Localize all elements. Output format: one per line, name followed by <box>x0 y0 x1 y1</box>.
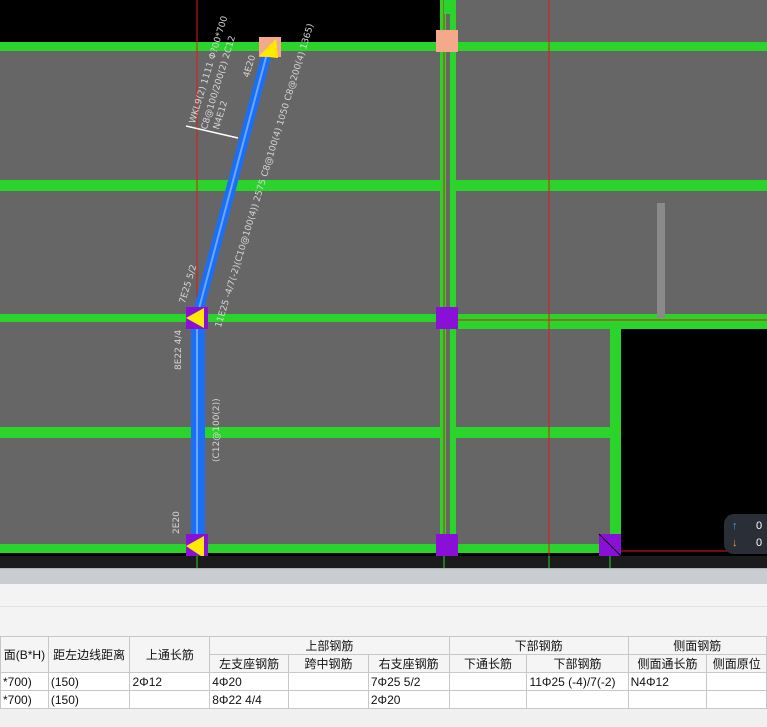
table-cell[interactable] <box>526 690 629 709</box>
table-cell[interactable] <box>448 672 528 691</box>
up-value: 0 <box>756 520 763 532</box>
slab-panel <box>455 0 767 182</box>
col-header-side-original[interactable]: 侧面原位 <box>706 654 767 673</box>
beam-line[interactable] <box>0 42 767 51</box>
col-header-mid-span[interactable]: 跨中钢筋 <box>288 654 369 673</box>
table-cell[interactable]: 8Φ22 4/4 <box>209 690 290 709</box>
table-cell[interactable]: (150) <box>47 672 131 691</box>
cad-canvas[interactable]: WKL9(2) 1111 Φ?00*700 C8@100/200(2) 2C12… <box>0 0 767 568</box>
column-purple[interactable] <box>436 534 458 556</box>
table-cell[interactable]: N4Φ12 <box>627 672 708 691</box>
col-header-side-through[interactable]: 侧面通长筋 <box>627 654 708 673</box>
table-cell[interactable] <box>288 690 369 709</box>
table-toolbar <box>0 584 767 637</box>
arrow-down-icon[interactable]: ↓ <box>732 537 738 549</box>
col-header-right-support[interactable]: 右支座钢筋 <box>367 654 450 673</box>
drawing-svg[interactable] <box>0 0 767 568</box>
table-cell[interactable] <box>706 690 767 709</box>
table-cell[interactable]: 7Φ25 5/2 <box>367 672 450 691</box>
beam-line[interactable] <box>0 427 612 438</box>
table-cell[interactable] <box>448 690 528 709</box>
table-cell[interactable] <box>627 690 708 709</box>
arrow-up-icon[interactable]: ↑ <box>732 520 738 532</box>
col-header-section[interactable]: 面(B*H) <box>0 636 49 673</box>
table-cell[interactable]: 11Φ25 (-4)/7(-2) <box>526 672 629 691</box>
column-purple[interactable] <box>436 307 458 329</box>
column-side-label: 8E22 4/4 <box>174 329 184 370</box>
beam-line[interactable] <box>0 544 620 553</box>
table-cell[interactable] <box>288 672 369 691</box>
table-cell[interactable]: 2Φ12 <box>129 672 211 691</box>
beam-rebar-table[interactable]: 面(B*H) 距左边线距离 上通长筋 上部钢筋 下部钢筋 侧面钢筋 左支座钢筋 … <box>0 636 767 709</box>
beam-line[interactable] <box>0 180 767 191</box>
col-header-side-group: 侧面钢筋 <box>627 636 767 655</box>
slab-panel <box>455 190 767 315</box>
column-bottom-label: 2E20 <box>172 511 182 534</box>
table-cell[interactable]: 2Φ20 <box>367 690 450 709</box>
panel-splitter[interactable] <box>0 568 767 585</box>
col-header-bottom-group: 下部钢筋 <box>448 636 629 655</box>
col-header-top-group: 上部钢筋 <box>209 636 450 655</box>
table-cell[interactable]: *700) <box>0 690 49 709</box>
col-header-bottom-rebar[interactable]: 下部钢筋 <box>526 654 629 673</box>
navigation-widget[interactable]: ↑ 0 ↓ 0 <box>724 514 767 554</box>
col-header-left-distance[interactable]: 距左边线距离 <box>47 636 131 673</box>
canvas-bottom-strip <box>0 556 767 568</box>
table-cell[interactable] <box>129 690 211 709</box>
column-orange[interactable] <box>436 30 458 52</box>
column-stirrup-label: (C12@100(2)) <box>212 398 222 462</box>
table-row[interactable]: *700) (150) 8Φ22 4/4 2Φ20 <box>0 690 767 709</box>
down-value: 0 <box>756 537 763 549</box>
table-cell[interactable]: (150) <box>47 690 131 709</box>
column-top <box>444 0 456 14</box>
col-header-left-support[interactable]: 左支座钢筋 <box>209 654 290 673</box>
selected-beam-highlight <box>196 316 198 548</box>
table-cell[interactable]: *700) <box>0 672 49 691</box>
wall-segment <box>657 203 665 318</box>
table-row[interactable]: *700) (150) 2Φ12 4Φ20 7Φ25 5/2 11Φ25 (-4… <box>0 672 767 691</box>
col-header-top-through[interactable]: 上通长筋 <box>129 636 211 673</box>
beam-line[interactable] <box>610 322 621 552</box>
beam-core <box>446 0 450 558</box>
col-header-bottom-through[interactable]: 下通长筋 <box>448 654 528 673</box>
table-cell[interactable] <box>706 672 767 691</box>
table-cell[interactable]: 4Φ20 <box>209 672 290 691</box>
